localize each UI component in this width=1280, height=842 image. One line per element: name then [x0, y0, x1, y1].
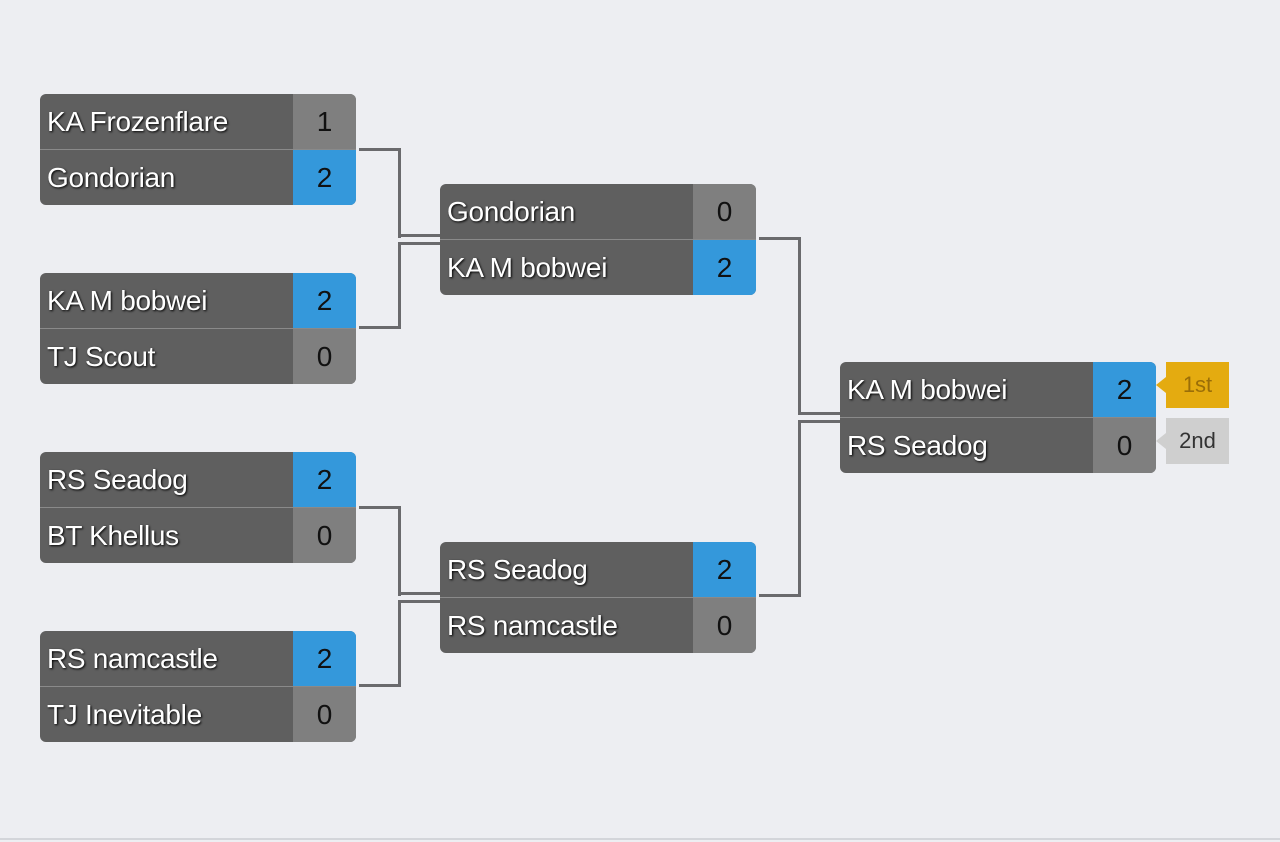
connector-line	[359, 600, 401, 687]
team-name: Gondorian	[447, 196, 576, 227]
team-score: 2	[693, 542, 756, 597]
team-name: KA Frozenflare	[47, 106, 228, 137]
team-name: RS namcastle	[47, 643, 218, 674]
connector-line	[798, 412, 840, 415]
team-row[interactable]: RS namcastle 2	[40, 631, 356, 686]
team-score: 2	[693, 240, 756, 295]
connector-line	[398, 234, 440, 237]
team-score: 0	[293, 329, 356, 384]
team-name: RS Seadog	[847, 430, 988, 461]
team-score: 1	[293, 94, 356, 149]
team-row[interactable]: Gondorian 2	[40, 149, 356, 205]
second-place-label: 2nd	[1179, 428, 1216, 453]
team-name: RS Seadog	[447, 554, 588, 585]
connector-line	[759, 237, 801, 415]
team-name: KA M bobwei	[47, 285, 208, 316]
team-score: 0	[693, 184, 756, 239]
pointer-arrow-icon	[1156, 433, 1166, 449]
connector-line	[759, 420, 801, 597]
team-row[interactable]: TJ Scout 0	[40, 328, 356, 384]
team-row[interactable]: RS Seadog 0	[840, 417, 1156, 473]
match-r1-1[interactable]: KA Frozenflare 1 Gondorian 2	[40, 94, 356, 205]
pointer-arrow-icon	[1156, 377, 1166, 393]
team-score: 2	[293, 273, 356, 328]
team-score: 2	[293, 452, 356, 507]
team-score: 2	[293, 631, 356, 686]
team-row[interactable]: KA Frozenflare 1	[40, 94, 356, 149]
team-row[interactable]: RS namcastle 0	[440, 597, 756, 653]
team-name: KA M bobwei	[447, 252, 608, 283]
match-r1-2[interactable]: KA M bobwei 2 TJ Scout 0	[40, 273, 356, 384]
team-score: 0	[293, 508, 356, 563]
team-row[interactable]: RS Seadog 2	[40, 452, 356, 507]
match-r2-2[interactable]: RS Seadog 2 RS namcastle 0	[440, 542, 756, 653]
team-name: TJ Scout	[47, 341, 156, 372]
team-row[interactable]: KA M bobwei 2	[40, 273, 356, 328]
match-r2-1[interactable]: Gondorian 0 KA M bobwei 2	[440, 184, 756, 295]
team-score: 0	[693, 598, 756, 653]
team-row[interactable]: RS Seadog 2	[440, 542, 756, 597]
second-place-badge: 2nd	[1156, 418, 1229, 464]
team-score: 0	[1093, 418, 1156, 473]
connector-line	[359, 242, 401, 329]
team-score: 2	[1093, 362, 1156, 417]
team-score: 2	[293, 150, 356, 205]
match-final[interactable]: KA M bobwei 2 RS Seadog 0	[840, 362, 1156, 473]
team-name: TJ Inevitable	[47, 699, 202, 730]
match-r1-4[interactable]: RS namcastle 2 TJ Inevitable 0	[40, 631, 356, 742]
team-row[interactable]: KA M bobwei 2	[440, 239, 756, 295]
team-row[interactable]: BT Khellus 0	[40, 507, 356, 563]
team-name: RS Seadog	[47, 464, 188, 495]
first-place-label: 1st	[1182, 372, 1213, 397]
team-row[interactable]: TJ Inevitable 0	[40, 686, 356, 742]
divider	[0, 838, 1280, 840]
connector-line	[398, 600, 440, 603]
team-row[interactable]: Gondorian 0	[440, 184, 756, 239]
connector-line	[398, 592, 440, 595]
team-name: RS namcastle	[447, 610, 618, 641]
connector-line	[398, 242, 440, 245]
first-place-badge: 1st	[1156, 362, 1229, 408]
team-name: Gondorian	[47, 162, 176, 193]
team-name: BT Khellus	[47, 520, 179, 551]
connector-line	[359, 148, 401, 238]
connector-line	[798, 420, 840, 423]
connector-line	[359, 506, 401, 596]
team-row[interactable]: KA M bobwei 2	[840, 362, 1156, 417]
team-score: 0	[293, 687, 356, 742]
team-name: KA M bobwei	[847, 374, 1008, 405]
match-r1-3[interactable]: RS Seadog 2 BT Khellus 0	[40, 452, 356, 563]
